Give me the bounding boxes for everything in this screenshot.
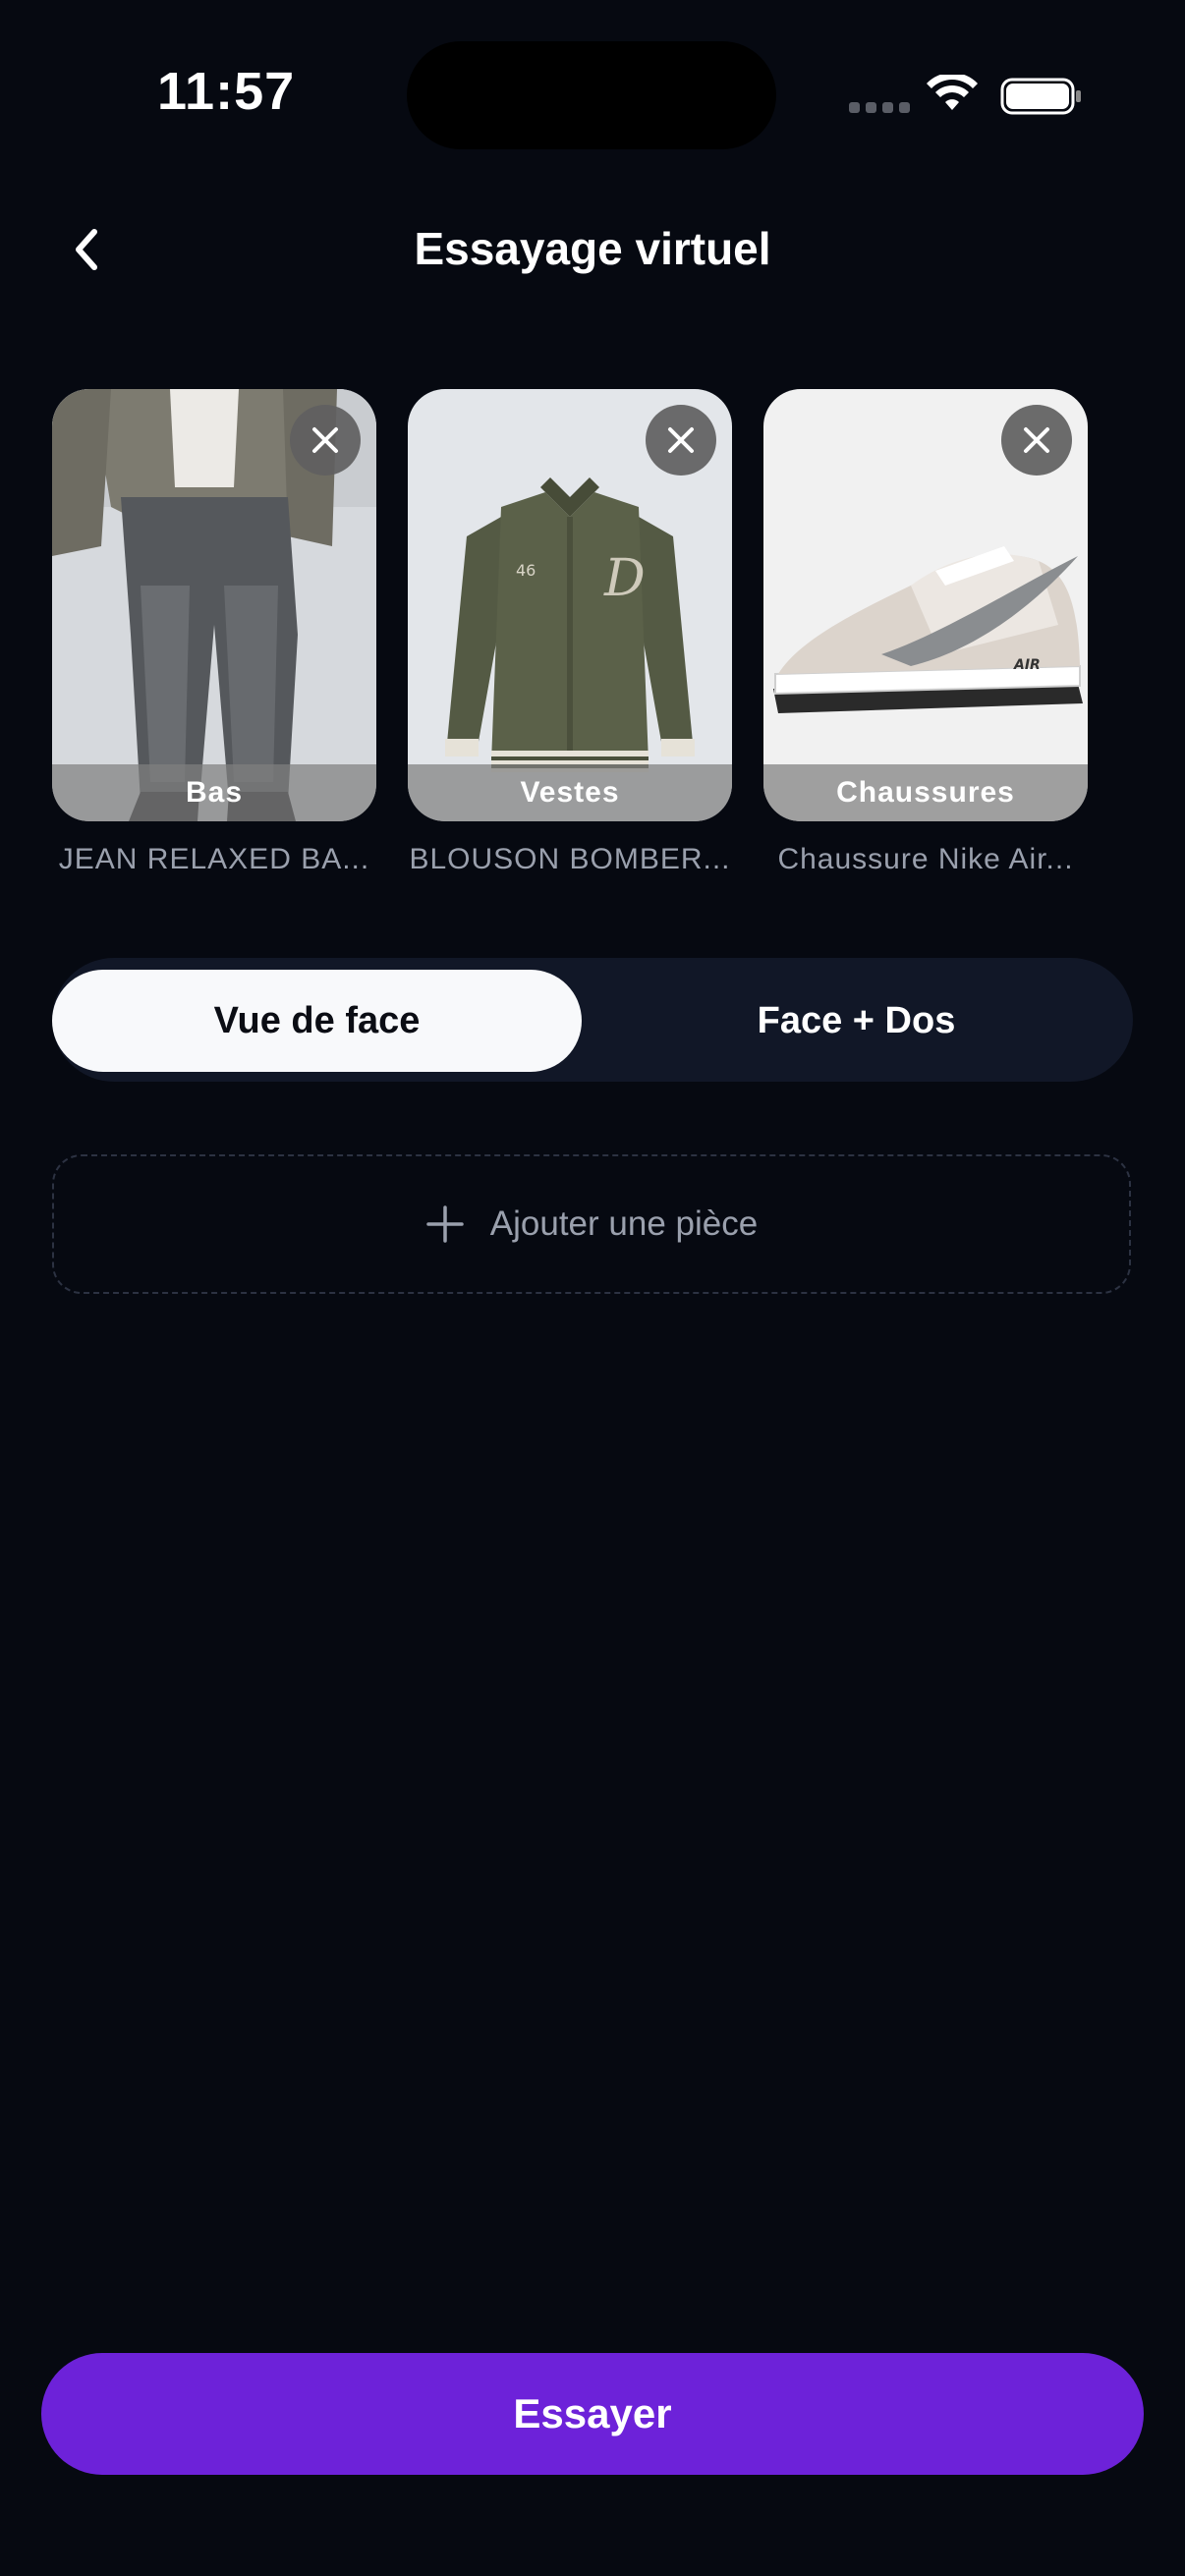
item-card-jeans[interactable]: Bas [52, 389, 376, 821]
segment-front-back-view[interactable]: Face + Dos [592, 970, 1121, 1072]
close-icon [312, 427, 338, 453]
add-piece-label: Ajouter une pièce [489, 1204, 759, 1243]
wifi-icon [927, 75, 978, 110]
item-card-jacket[interactable]: D 46 Vestes [408, 389, 732, 821]
svg-text:AIR: AIR [1013, 657, 1041, 673]
item-name: BLOUSON BOMBER... [409, 843, 731, 875]
add-piece-button[interactable]: Ajouter une pièce [52, 1154, 1131, 1294]
item-name: Chaussure Nike Air... [777, 843, 1074, 875]
view-toggle: Vue de face Face + Dos [52, 958, 1133, 1082]
item-card-sneaker[interactable]: AIR Chaussures [763, 389, 1088, 821]
close-icon [668, 427, 694, 453]
remove-item-button[interactable] [290, 405, 361, 476]
try-on-button[interactable]: Essayer [41, 2353, 1144, 2475]
svg-text:46: 46 [516, 561, 536, 580]
close-icon [1024, 427, 1049, 453]
item-name: JEAN RELAXED BA... [58, 843, 370, 875]
list-item: AIR Chaussures Chaussure Nike Air... [763, 389, 1088, 876]
plus-icon [426, 1205, 464, 1243]
item-category: Vestes [408, 764, 732, 821]
status-time: 11:57 [157, 62, 296, 121]
item-category: Chaussures [763, 764, 1088, 821]
status-bar: 11:57 [0, 0, 1185, 196]
remove-item-button[interactable] [646, 405, 716, 476]
selected-items-list: Bas JEAN RELAXED BA... D 46 Vestes BLOUS… [52, 389, 1088, 876]
header: Essayage virtuel [0, 196, 1185, 305]
page-title: Essayage virtuel [414, 223, 771, 274]
item-category: Bas [52, 764, 376, 821]
segment-front-view[interactable]: Vue de face [52, 970, 582, 1072]
list-item: Bas JEAN RELAXED BA... [52, 389, 376, 876]
battery-icon [1000, 78, 1081, 115]
list-item: D 46 Vestes BLOUSON BOMBER... [408, 389, 732, 876]
cellular-signal-icon [849, 102, 910, 113]
dynamic-island [407, 41, 776, 149]
svg-text:D: D [603, 549, 646, 608]
remove-item-button[interactable] [1001, 405, 1072, 476]
